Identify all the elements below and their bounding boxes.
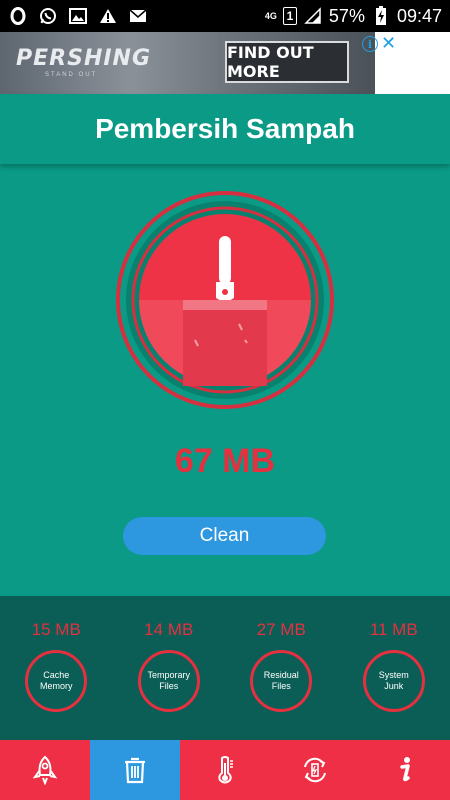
- stat-label[interactable]: System Junk: [362, 650, 425, 712]
- battery-percent: 57%: [328, 5, 365, 26]
- junk-size: 67 MB: [174, 442, 276, 480]
- bottom-nav: [0, 740, 450, 800]
- rocket-icon: [32, 755, 58, 785]
- ad-close-icon[interactable]: ✕: [381, 34, 396, 52]
- nav-cpu-cooler[interactable]: [180, 740, 270, 800]
- stat-value: 15 MB: [31, 620, 81, 639]
- stat-value: 11 MB: [369, 620, 418, 639]
- system-indicators: 4G 1 57% 09:47: [265, 6, 442, 27]
- ad-tagline: STAND OUT: [45, 72, 98, 78]
- stat-label[interactable]: Residual Files: [250, 650, 313, 712]
- info-icon: [400, 757, 410, 782]
- stat-value: 14 MB: [144, 620, 194, 639]
- signal-icon: [303, 6, 323, 26]
- sim-indicator: 1: [282, 7, 297, 25]
- ad-image[interactable]: PERSHING STAND OUT FIND OUT MORE: [0, 32, 375, 94]
- trash-icon: [125, 757, 145, 784]
- junk-breakdown: 15 MB Cache Memory 14 MB Temporary Files…: [0, 596, 450, 740]
- network-type: 4G: [264, 11, 277, 21]
- ad-cta-button[interactable]: FIND OUT MORE: [225, 41, 349, 83]
- nav-cleaner[interactable]: [90, 740, 180, 800]
- status-bar: 4G 1 57% 09:47: [0, 0, 450, 32]
- clean-button[interactable]: Clean: [123, 517, 326, 555]
- nav-info[interactable]: [360, 740, 450, 800]
- ad-brand: PERSHING: [16, 46, 152, 71]
- warning-icon: [98, 6, 118, 26]
- broom-icon: [116, 191, 334, 409]
- stat-residual-files: 27 MB Residual Files: [225, 596, 338, 740]
- page-title: Pembersih Sampah: [95, 113, 355, 144]
- ad-banner[interactable]: PERSHING STAND OUT FIND OUT MORE i ✕: [0, 32, 450, 94]
- opera-icon: [8, 6, 28, 26]
- gallery-icon: [68, 6, 88, 26]
- thermometer-icon: [218, 756, 233, 784]
- battery-refresh-icon: [304, 757, 326, 783]
- stat-system-junk: 11 MB System Junk: [338, 596, 450, 740]
- clock: 09:47: [396, 5, 442, 26]
- stat-label[interactable]: Cache Memory: [25, 650, 88, 712]
- junk-gauge[interactable]: [115, 190, 335, 410]
- mail-icon: [128, 6, 148, 26]
- main-panel: 67 MB Clean: [0, 164, 450, 596]
- stat-label[interactable]: Temporary Files: [137, 650, 200, 712]
- nav-booster[interactable]: [0, 740, 90, 800]
- stat-temporary-files: 14 MB Temporary Files: [113, 596, 226, 740]
- notification-icons: [8, 6, 148, 26]
- stat-cache-memory: 15 MB Cache Memory: [0, 596, 113, 740]
- stat-value: 27 MB: [256, 620, 306, 639]
- battery-charging-icon: [371, 6, 391, 26]
- whatsapp-icon: [38, 6, 58, 26]
- ad-info-icon[interactable]: i: [362, 36, 378, 52]
- nav-battery-saver[interactable]: [270, 740, 360, 800]
- app-header: Pembersih Sampah: [0, 94, 450, 164]
